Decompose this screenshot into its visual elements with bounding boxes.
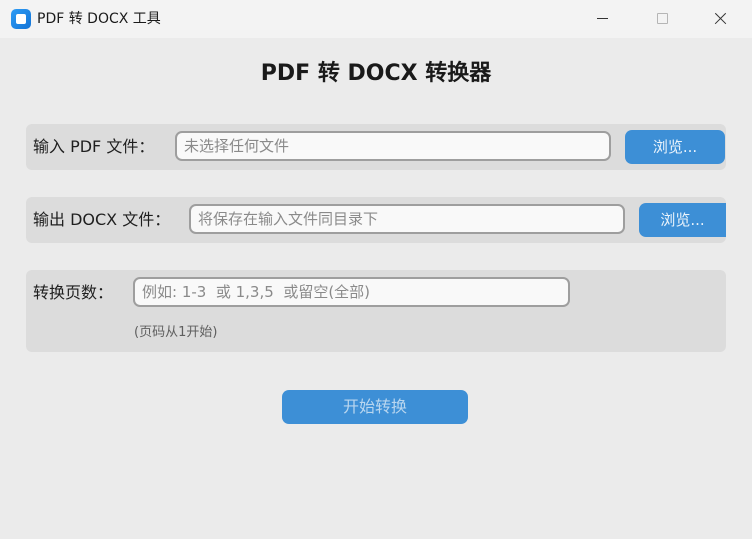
page-range-field[interactable] — [133, 277, 570, 307]
input-browse-button[interactable]: 浏览... — [625, 130, 725, 164]
input-file-label: 输入 PDF 文件： — [33, 137, 155, 156]
output-file-label: 输出 DOCX 文件： — [33, 210, 171, 229]
page-title: PDF 转 DOCX 转换器 — [260, 61, 492, 86]
maximize-button[interactable] — [639, 0, 685, 38]
output-browse-button[interactable]: 浏览... — [639, 203, 726, 237]
page-range-label: 转换页数： — [33, 283, 114, 302]
close-button[interactable] — [698, 0, 744, 38]
app-window: PDF 转 DOCX 工具 PDF 转 DOCX 转换器 输入 PDF 文件： … — [0, 0, 752, 539]
app-icon — [11, 9, 31, 29]
input-file-row: 输入 PDF 文件： 浏览... — [26, 124, 726, 170]
page-range-hint: (页码从1开始) — [134, 325, 218, 340]
output-file-row: 输出 DOCX 文件： 浏览... — [26, 197, 726, 243]
output-file-field[interactable] — [189, 204, 625, 234]
page-range-row: 转换页数： (页码从1开始) — [26, 270, 726, 352]
minimize-button[interactable] — [580, 0, 626, 38]
window-title: PDF 转 DOCX 工具 — [37, 11, 161, 27]
input-file-field[interactable] — [175, 131, 611, 161]
start-convert-button[interactable]: 开始转换 — [282, 390, 468, 424]
title-bar[interactable]: PDF 转 DOCX 工具 — [0, 0, 752, 38]
